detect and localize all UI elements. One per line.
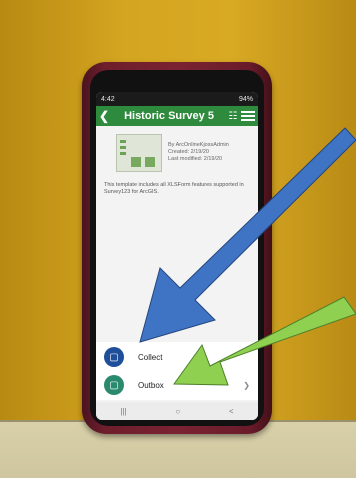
annotation-arrows (139, 127, 356, 386)
